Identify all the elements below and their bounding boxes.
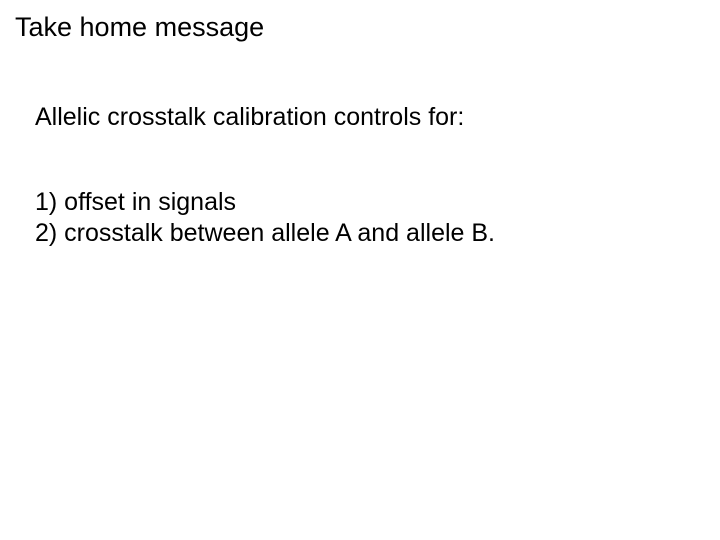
page-title: Take home message xyxy=(15,12,705,43)
list-item: 1) offset in signals xyxy=(35,187,705,218)
intro-text: Allelic crosstalk calibration controls f… xyxy=(35,103,705,132)
list-item: 2) crosstalk between allele A and allele… xyxy=(35,218,705,249)
